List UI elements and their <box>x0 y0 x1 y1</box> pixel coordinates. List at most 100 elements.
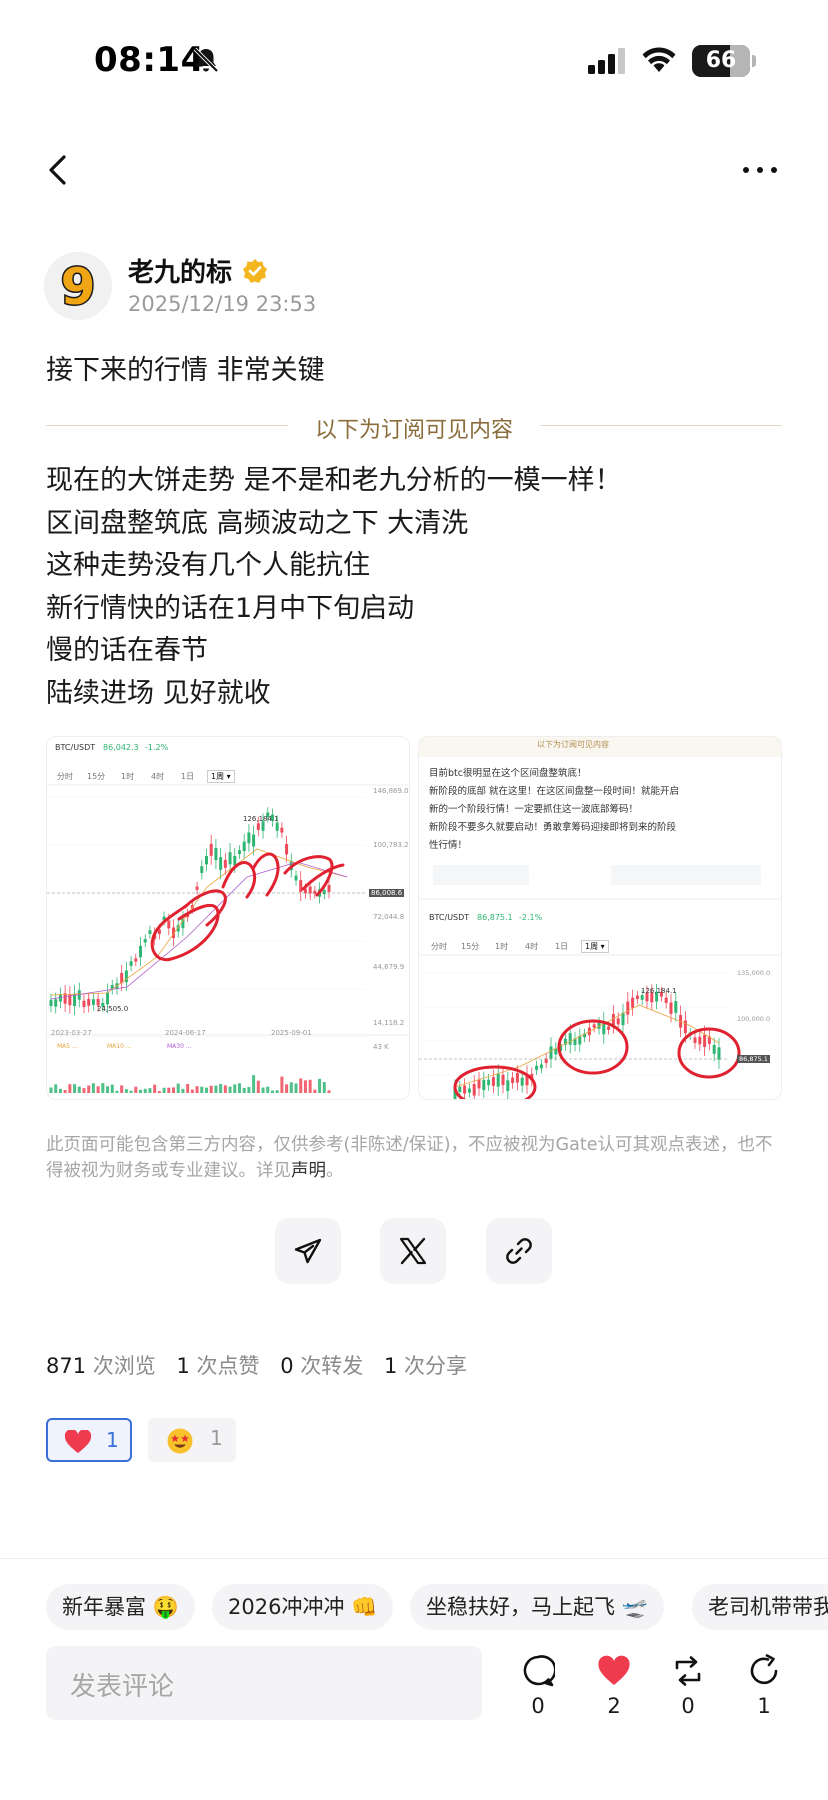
volume-bar <box>110 1084 114 1093</box>
like-action-count: 2 <box>607 1694 621 1718</box>
volume-bar <box>303 1080 307 1093</box>
candle-body <box>252 834 256 847</box>
candle-body <box>496 1073 500 1087</box>
comment-input[interactable]: 发表评论 <box>46 1646 482 1720</box>
author-avatar[interactable]: 9 <box>44 252 112 320</box>
candle-body <box>82 1000 86 1007</box>
reaction-heart-button[interactable]: 1 <box>46 1418 132 1462</box>
topic-tag[interactable]: 2026冲冲冲 👊 <box>212 1584 394 1630</box>
reposts-count: 0 <box>280 1354 294 1378</box>
candle-body <box>631 997 635 1008</box>
volume-bar <box>214 1085 218 1093</box>
subscription-divider-label: 以下为订阅可见内容 <box>314 418 513 443</box>
right-image-header: 以下为订阅可见内容 <box>537 740 609 749</box>
more-options-button[interactable] <box>738 150 782 190</box>
volume-bar <box>322 1082 326 1093</box>
volume-bar <box>219 1083 223 1093</box>
candle-body <box>549 1046 553 1059</box>
candle-body <box>463 1085 467 1094</box>
candle-body <box>223 859 227 868</box>
volume-bar <box>261 1087 265 1093</box>
volume-bar <box>139 1089 143 1093</box>
share-arrow-icon <box>750 1654 778 1685</box>
like-action[interactable]: 2 <box>584 1650 644 1730</box>
share-action[interactable]: 1 <box>734 1650 794 1730</box>
right-chart-price: 86,875.1 <box>477 913 513 922</box>
status-time: 08:14 <box>94 40 205 80</box>
disclaimer-link[interactable]: 声明 <box>291 1161 326 1181</box>
candle-body <box>49 999 53 1007</box>
candle-body <box>275 822 279 831</box>
post-body-line: 这种走势没有几个人能抗住 <box>46 550 370 581</box>
candle-body <box>139 945 143 958</box>
post-body-line: 陆续进场 见好就收 <box>46 677 271 709</box>
volume-bar <box>294 1083 298 1093</box>
volume-bar <box>318 1078 322 1093</box>
post-image-chart-left[interactable]: BTC/USDT 86,042.3 -1.2% 分时 15分 1时 4时 1日 … <box>46 736 410 1100</box>
volume-bar <box>280 1076 284 1093</box>
volume-bar <box>143 1088 147 1093</box>
volume-bar <box>289 1082 293 1093</box>
repost-action[interactable]: 0 <box>658 1650 718 1730</box>
left-y-tick: 44,679.9 <box>373 963 405 971</box>
post-body-line: 新行情快的话在1月中下旬启动 <box>46 592 415 624</box>
post-image-chart-right[interactable]: 以下为订阅可见内容 目前btc很明显在这个区间盘整筑底！ 新阶段的底部 就在这里… <box>418 736 782 1100</box>
candle-body <box>717 1047 721 1060</box>
left-y-tick: 14,118.2 <box>373 1019 405 1027</box>
candle-body <box>308 886 312 894</box>
author-name[interactable]: 老九的标 <box>128 252 232 289</box>
topic-tag[interactable]: 坐稳扶好，马上起飞 🛫 <box>410 1584 664 1630</box>
volume-bar <box>148 1088 152 1093</box>
comment-action[interactable]: 0 <box>508 1650 568 1730</box>
avatar-image: 9 <box>44 252 112 320</box>
reaction-heart-count: 1 <box>106 1428 119 1452</box>
share-telegram-button[interactable] <box>275 1218 341 1284</box>
volume-bar <box>204 1087 208 1093</box>
left-tab: 1时 <box>121 772 135 781</box>
left-chart-bg <box>47 737 409 1099</box>
candle-body <box>106 992 110 1005</box>
volume-bar <box>256 1080 260 1093</box>
volume-bar <box>124 1089 128 1093</box>
right-tab: 4时 <box>525 942 539 951</box>
volume-bar <box>228 1086 232 1093</box>
topic-tag[interactable]: 新年暴富 🤑 <box>46 1584 195 1630</box>
left-chart-price: 86,042.3 <box>103 743 139 752</box>
candle-body <box>237 850 241 854</box>
reaction-star-eyes-button[interactable]: 1 <box>148 1418 236 1462</box>
share-x-button[interactable] <box>380 1218 446 1284</box>
post-timestamp: 2025/12/19 23:53 <box>128 292 317 316</box>
volume-bar <box>129 1090 133 1093</box>
right-price-tag: 86,875.1 <box>737 1055 770 1063</box>
copy-link-button[interactable] <box>486 1218 552 1284</box>
left-tab: 15分 <box>87 772 106 781</box>
candle-body <box>511 1077 515 1084</box>
left-chart-pair: BTC/USDT <box>55 743 96 752</box>
post-title: 接下来的行情 非常关键 <box>46 355 325 386</box>
telegram-icon <box>294 1238 322 1264</box>
volume-bar <box>87 1085 91 1093</box>
left-tab: 1日 <box>181 772 195 781</box>
candle-body <box>322 890 326 895</box>
candle-body <box>487 1079 491 1086</box>
post-body-line: 慢的话在春节 <box>46 635 208 666</box>
candle-body <box>698 1036 702 1045</box>
candle-body <box>195 886 199 890</box>
volume-bar <box>176 1083 180 1093</box>
left-x-tick: 2024-06-17 <box>165 1029 206 1037</box>
avatar-glyph: 9 <box>61 258 96 316</box>
volume-bar <box>49 1087 53 1093</box>
volume-bar <box>63 1089 67 1093</box>
candle-body <box>568 1033 572 1045</box>
right-mini-price-card <box>433 865 529 885</box>
left-chart-change: -1.2% <box>145 743 169 752</box>
volume-bar <box>223 1085 227 1093</box>
cell-signal-icon <box>588 48 625 74</box>
candle-body <box>506 1080 510 1091</box>
candle-body <box>247 832 251 844</box>
volume-bar <box>167 1087 171 1093</box>
topic-tag[interactable]: 老司机带带我 <box>692 1584 828 1630</box>
right-tab: 1时 <box>495 942 509 951</box>
back-button[interactable] <box>40 150 76 190</box>
candle-body <box>200 866 204 873</box>
